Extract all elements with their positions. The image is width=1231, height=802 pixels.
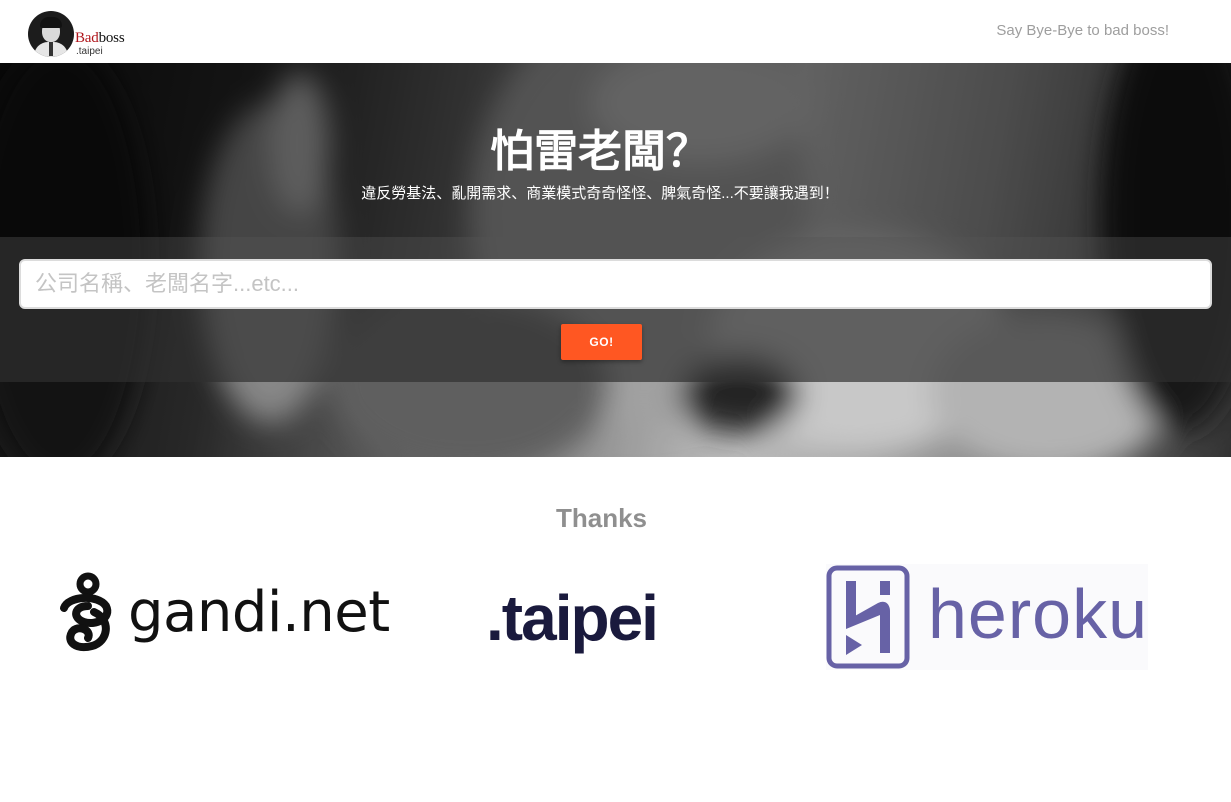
hero-bottom-overlay bbox=[0, 382, 1231, 457]
heroku-logo-icon bbox=[826, 565, 910, 669]
tagline-link[interactable]: Say Bye-Bye to bad boss! bbox=[996, 22, 1169, 39]
hero-subtitle: 違反勞基法、亂開需求、商業模式奇奇怪怪、脾氣奇怪...不要讓我遇到！ bbox=[361, 185, 839, 202]
sponsor-gandi-label: gandi.net bbox=[128, 580, 390, 645]
hero-section: 怕雷老闆？ 違反勞基法、亂開需求、商業模式奇奇怪怪、脾氣奇怪...不要讓我遇到！… bbox=[0, 63, 1231, 457]
boss-avatar-icon bbox=[28, 11, 74, 57]
go-button[interactable]: GO! bbox=[561, 324, 642, 360]
logo-subtitle: .taipei bbox=[76, 46, 103, 57]
thanks-title: Thanks bbox=[555, 503, 648, 533]
hero-title: 怕雷老闆？ bbox=[490, 127, 710, 176]
site-logo[interactable]: Badboss .taipei bbox=[28, 11, 125, 57]
logo-text: Badboss .taipei bbox=[75, 30, 125, 57]
sponsor-taipei[interactable]: .taipei bbox=[486, 578, 659, 658]
sponsor-taipei-label: .taipei bbox=[486, 582, 659, 654]
sponsor-heroku-label: heroku bbox=[928, 575, 1149, 653]
logo-brand-dark: boss bbox=[98, 30, 125, 46]
site-header: Badboss .taipei Say Bye-Bye to bad boss! bbox=[0, 0, 1231, 63]
search-input[interactable] bbox=[19, 259, 1212, 309]
gandi-logo-icon bbox=[60, 572, 112, 651]
logo-brand-red: Bad bbox=[75, 30, 99, 46]
taipei-wordmark: .taipei bbox=[486, 586, 659, 650]
sponsor-heroku[interactable]: heroku bbox=[826, 564, 1149, 670]
sponsor-gandi[interactable]: gandi.net bbox=[58, 572, 390, 662]
logo-wordmark: Badboss bbox=[75, 30, 125, 46]
